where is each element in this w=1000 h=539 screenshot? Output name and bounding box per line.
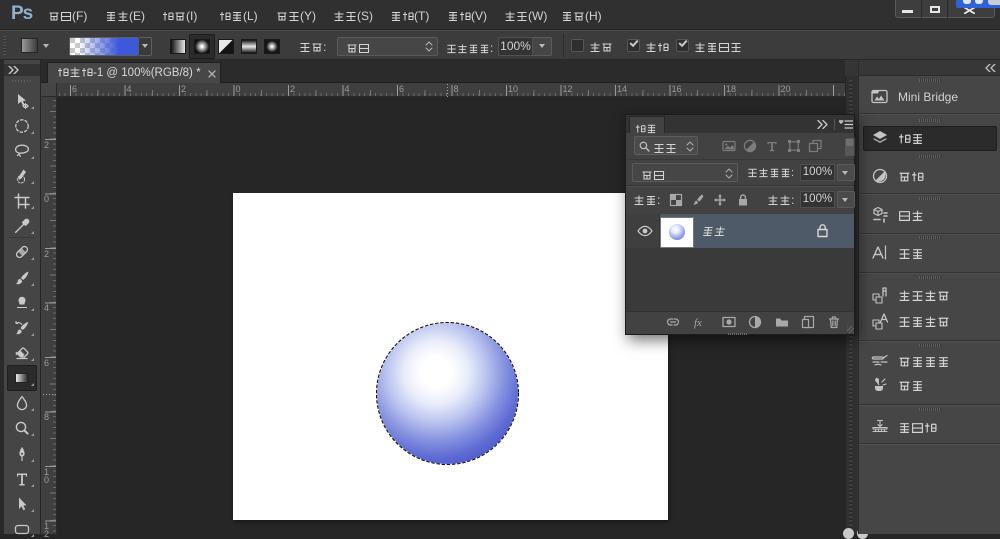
svg-text:fx: fx [694,317,702,329]
